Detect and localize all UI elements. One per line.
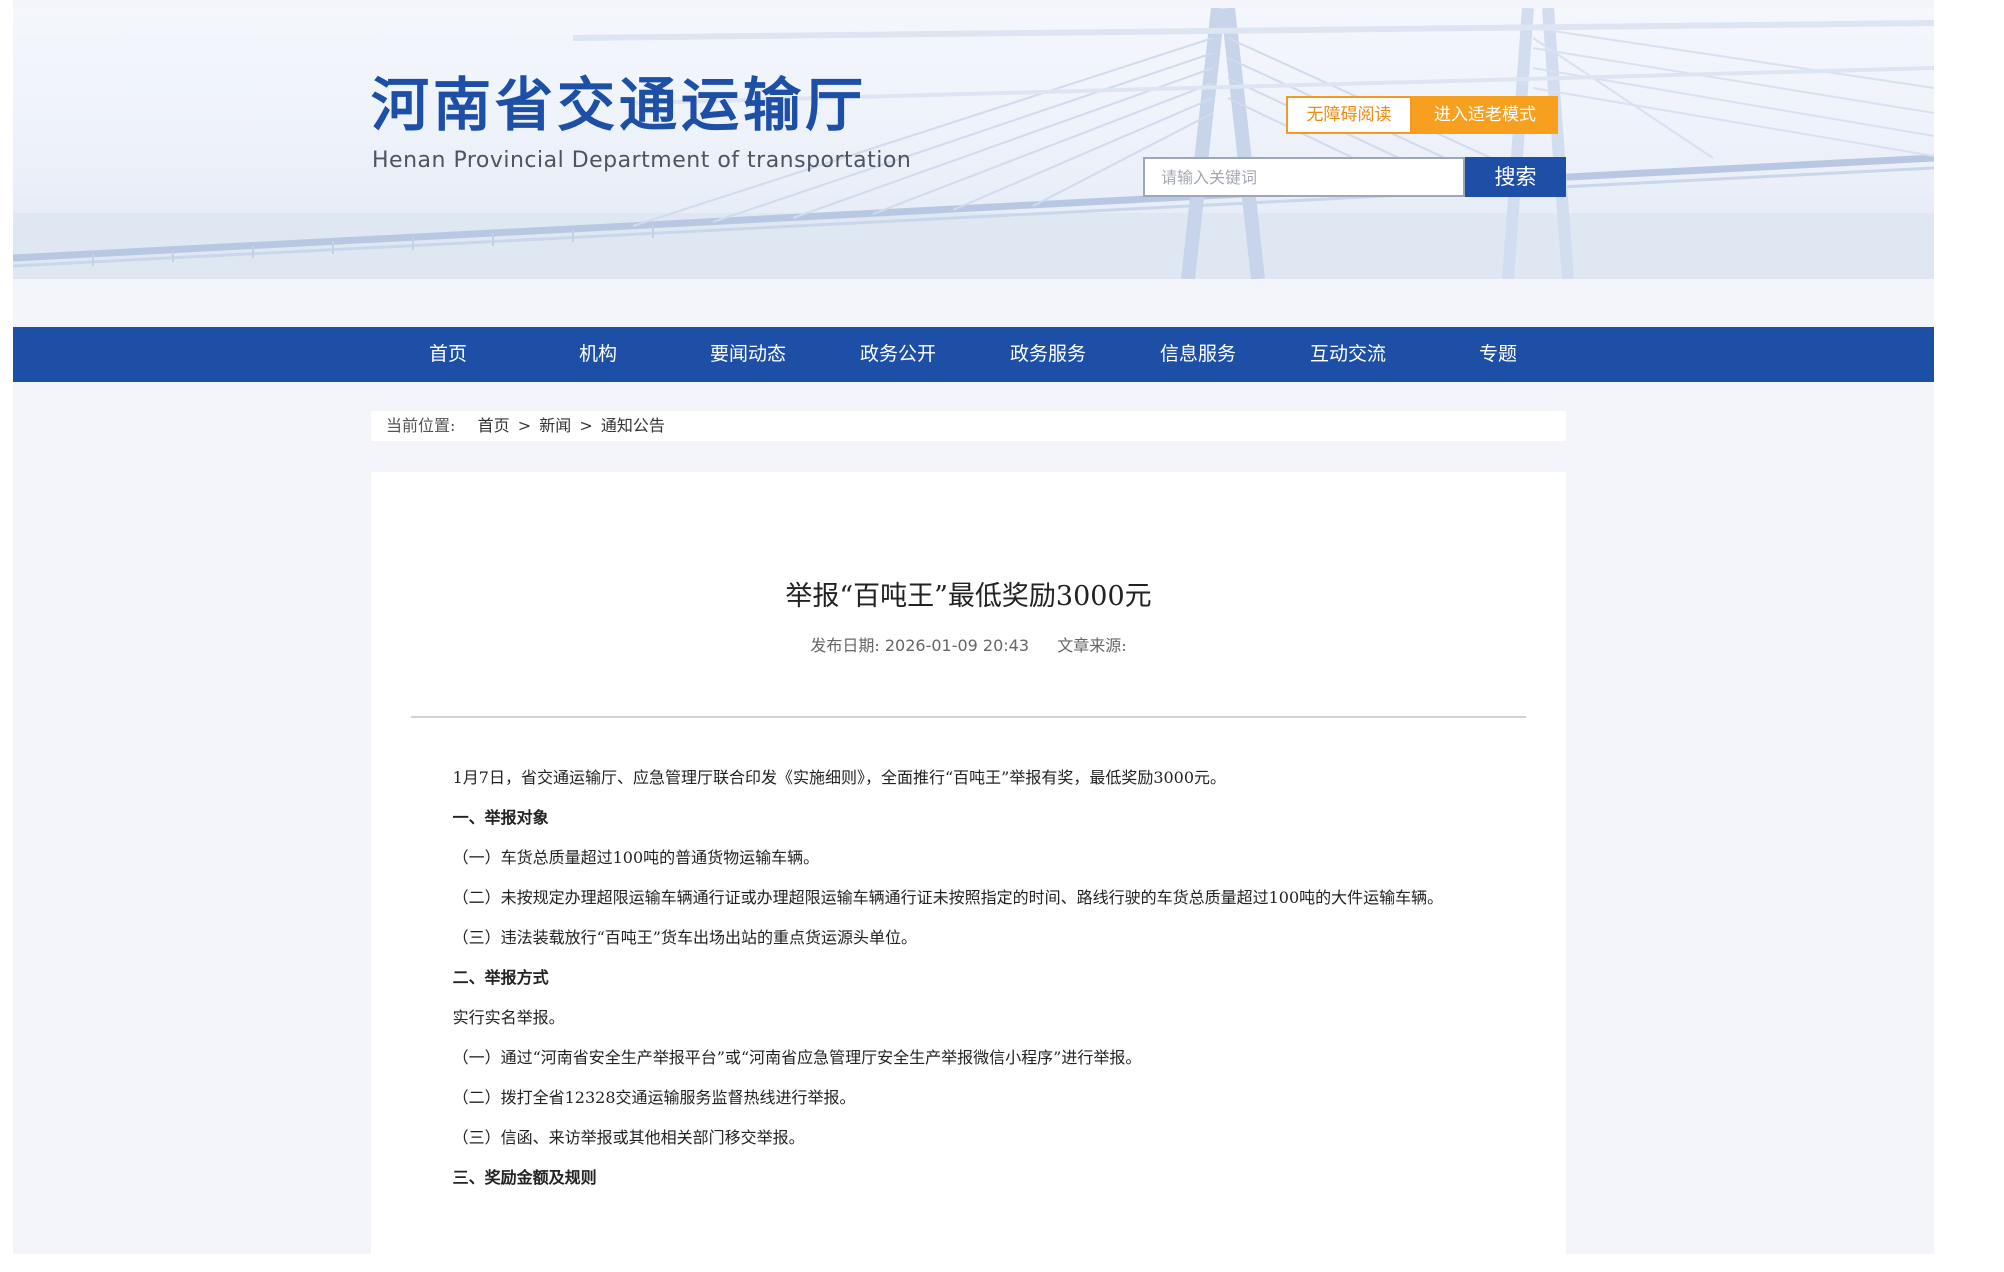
nav-item-information-services[interactable]: 信息服务 bbox=[1138, 327, 1258, 382]
breadcrumb-link-home[interactable]: 首页 bbox=[478, 416, 510, 435]
article-paragraph: （二）未按规定办理超限运输车辆通行证或办理超限运输车辆通行证未按照指定的时间、路… bbox=[452, 888, 1444, 907]
article-paragraph: （三）信函、来访举报或其他相关部门移交举报。 bbox=[452, 1128, 805, 1147]
nav-item-organization[interactable]: 机构 bbox=[538, 327, 658, 382]
section-heading: 二、举报方式 bbox=[452, 968, 549, 987]
breadcrumb-label: 当前位置: bbox=[386, 416, 456, 435]
breadcrumb-separator: > bbox=[579, 416, 593, 435]
breadcrumb-link-notices[interactable]: 通知公告 bbox=[601, 416, 665, 435]
section-heading: 三、奖励金额及规则 bbox=[452, 1168, 597, 1187]
bridge-banner-image bbox=[13, 8, 1934, 279]
article-body: 1月7日，省交通运输厅、应急管理厅联合印发《实施细则》，全面推行“百吨王”举报有… bbox=[411, 758, 1529, 1198]
accessible-reading-button[interactable]: 无障碍阅读 bbox=[1286, 96, 1412, 134]
elderly-mode-button[interactable]: 进入适老模式 bbox=[1412, 96, 1558, 134]
breadcrumb-link-news[interactable]: 新闻 bbox=[539, 416, 571, 435]
search-input[interactable] bbox=[1143, 157, 1465, 197]
publish-date-label: 发布日期: bbox=[810, 636, 880, 655]
nav-item-topics[interactable]: 专题 bbox=[1438, 327, 1558, 382]
title-divider bbox=[411, 716, 1526, 718]
nav-item-government-affairs[interactable]: 政务公开 bbox=[838, 327, 958, 382]
section-heading: 一、举报对象 bbox=[452, 808, 549, 827]
nav-item-interaction[interactable]: 互动交流 bbox=[1288, 327, 1408, 382]
breadcrumb-separator: > bbox=[517, 416, 532, 435]
site-header: 河南省交通运输厅 Henan Provincial Department of … bbox=[13, 8, 1934, 279]
site-subtitle: Henan Provincial Department of transport… bbox=[372, 148, 912, 173]
article-paragraph: （一）车货总质量超过100吨的普通货物运输车辆。 bbox=[452, 848, 820, 867]
article-paragraph: 实行实名举报。 bbox=[452, 1008, 565, 1027]
nav-item-government-services[interactable]: 政务服务 bbox=[988, 327, 1108, 382]
publish-date: 2026-01-09 20:43 bbox=[884, 636, 1030, 655]
article-container: 举报“百吨王”最低奖励3000元 发布日期: 2026-01-09 20:43 … bbox=[371, 472, 1566, 1272]
article-paragraph: 1月7日，省交通运输厅、应急管理厅联合印发《实施细则》，全面推行“百吨王”举报有… bbox=[452, 768, 1227, 787]
nav-item-news[interactable]: 要闻动态 bbox=[688, 327, 808, 382]
article-paragraph: （一）通过“河南省安全生产举报平台”或“河南省应急管理厅安全生产举报微信小程序”… bbox=[452, 1048, 1142, 1067]
article-source-label: 文章来源: bbox=[1057, 636, 1127, 655]
article-paragraph: （三）违法装载放行“百吨王”货车出场出站的重点货运源头单位。 bbox=[452, 928, 917, 947]
nav-item-home[interactable]: 首页 bbox=[388, 327, 508, 382]
search-button[interactable]: 搜索 bbox=[1465, 157, 1566, 197]
article-paragraph: （二）拨打全省12328交通运输服务监督热线进行举报。 bbox=[452, 1088, 856, 1107]
article-meta: 发布日期: 2026-01-09 20:43 文章来源: bbox=[371, 632, 1566, 656]
breadcrumb: 当前位置: 首页 > 新闻 > 通知公告 bbox=[371, 411, 1566, 441]
main-navigation: 首页 机构 要闻动态 政务公开 政务服务 信息服务 互动交流 专题 bbox=[13, 327, 1934, 382]
article-title: 举报“百吨王”最低奖励3000元 bbox=[785, 581, 1152, 612]
site-title: 河南省交通运输厅 bbox=[371, 71, 868, 139]
